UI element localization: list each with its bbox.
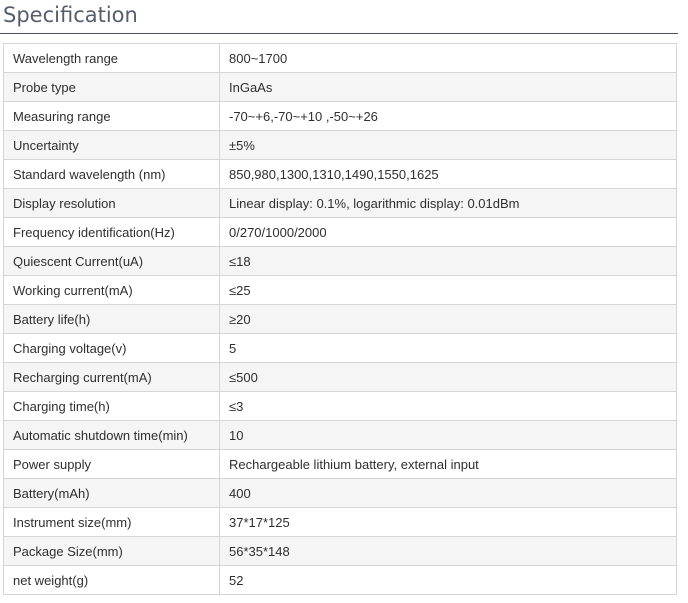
- spec-row: Measuring range -70~+6,-70~+10 ,-50~+26: [3, 101, 677, 131]
- spec-row: Package Size(mm) 56*35*148: [3, 536, 677, 566]
- spec-value: ≥20: [219, 304, 677, 334]
- spec-label: Power supply: [3, 449, 220, 479]
- spec-row: Frequency identification(Hz) 0/270/1000/2…: [3, 217, 677, 247]
- spec-page: Specification Wavelength range 800~1700 P…: [0, 0, 688, 603]
- spec-row: Battery(mAh) 400: [3, 478, 677, 508]
- spec-value: 0/270/1000/2000: [219, 217, 677, 247]
- spec-label: Quiescent Current(uA): [3, 246, 220, 276]
- spec-value: ±5%: [219, 130, 677, 160]
- spec-row: Working current(mA) ≤25: [3, 275, 677, 305]
- spec-value: ≤3: [219, 391, 677, 421]
- spec-table: Wavelength range 800~1700 Probe type InGaA…: [3, 43, 677, 595]
- spec-label: Package Size(mm): [3, 536, 220, 566]
- spec-value: -70~+6,-70~+10 ,-50~+26: [219, 101, 677, 131]
- spec-row: Automatic shutdown time(min) 10: [3, 420, 677, 450]
- spec-value: ≤500: [219, 362, 677, 392]
- spec-row: Uncertainty ±5%: [3, 130, 677, 160]
- spec-label: Probe type: [3, 72, 220, 102]
- spec-label: Frequency identification(Hz): [3, 217, 220, 247]
- spec-value: 400: [219, 478, 677, 508]
- spec-value: 56*35*148: [219, 536, 677, 566]
- spec-row: net weight(g) 52: [3, 565, 677, 595]
- spec-row: Recharging current(mA) ≤500: [3, 362, 677, 392]
- spec-label: Charging voltage(v): [3, 333, 220, 363]
- spec-label: Display resolution: [3, 188, 220, 218]
- spec-value: 5: [219, 333, 677, 363]
- spec-label: Uncertainty: [3, 130, 220, 160]
- spec-value: ≤18: [219, 246, 677, 276]
- spec-label: Automatic shutdown time(min): [3, 420, 220, 450]
- spec-label: net weight(g): [3, 565, 220, 595]
- spec-label: Instrument size(mm): [3, 507, 220, 537]
- spec-value: 850,980,1300,1310,1490,1550,1625: [219, 159, 677, 189]
- spec-value: Rechargeable lithium battery, external i…: [219, 449, 677, 479]
- spec-row: Instrument size(mm) 37*17*125: [3, 507, 677, 537]
- spec-label: Standard wavelength (nm): [3, 159, 220, 189]
- spec-label: Battery(mAh): [3, 478, 220, 508]
- spec-row: Display resolution Linear display: 0.1%, …: [3, 188, 677, 218]
- spec-row: Battery life(h) ≥20: [3, 304, 677, 334]
- spec-value: ≤25: [219, 275, 677, 305]
- spec-row: Wavelength range 800~1700: [3, 43, 677, 73]
- spec-value: 37*17*125: [219, 507, 677, 537]
- spec-row: Probe type InGaAs: [3, 72, 677, 102]
- spec-row: Charging time(h) ≤3: [3, 391, 677, 421]
- spec-label: Battery life(h): [3, 304, 220, 334]
- spec-value: 52: [219, 565, 677, 595]
- spec-row: Standard wavelength (nm) 850,980,1300,131…: [3, 159, 677, 189]
- title-divider: [0, 33, 678, 34]
- spec-label: Wavelength range: [3, 43, 220, 73]
- spec-value: InGaAs: [219, 72, 677, 102]
- spec-value: Linear display: 0.1%, logarithmic displa…: [219, 188, 677, 218]
- spec-value: 800~1700: [219, 43, 677, 73]
- spec-row: Power supply Rechargeable lithium battery…: [3, 449, 677, 479]
- spec-label: Measuring range: [3, 101, 220, 131]
- page-title: Specification: [3, 3, 138, 27]
- spec-row: Charging voltage(v) 5: [3, 333, 677, 363]
- spec-label: Recharging current(mA): [3, 362, 220, 392]
- spec-label: Working current(mA): [3, 275, 220, 305]
- spec-label: Charging time(h): [3, 391, 220, 421]
- spec-row: Quiescent Current(uA) ≤18: [3, 246, 677, 276]
- spec-value: 10: [219, 420, 677, 450]
